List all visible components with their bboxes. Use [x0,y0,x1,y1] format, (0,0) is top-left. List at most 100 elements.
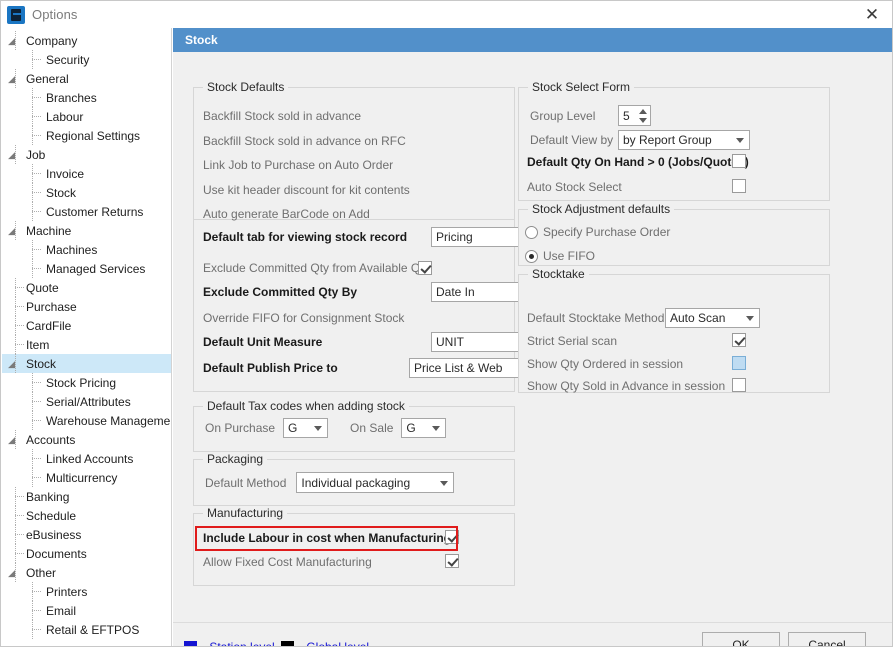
on-purchase-combo[interactable]: G [283,418,328,438]
checkbox-default-qty-on-hand-0-jobs-quotes[interactable] [732,154,746,168]
tree-connector [15,145,16,164]
checkbox-allow-fixed-cost-manufacturing[interactable] [445,554,459,568]
sidebar-item-documents[interactable]: Documents [2,544,171,563]
tree-connector [15,430,16,449]
sidebar-item-printers[interactable]: Printers [2,582,171,601]
close-icon[interactable]: ✕ [850,1,893,28]
sidebar-item-labour[interactable]: Labour [2,107,171,126]
sidebar-item-branches[interactable]: Branches [2,88,171,107]
settings-tree[interactable]: Company Security GeneralBranchesLabourRegi… [2,28,172,647]
group-tax-codes-legend: Default Tax codes when adding stock [203,399,409,413]
checkbox-auto-stock-select[interactable] [732,179,746,193]
group-stock-select-form-legend: Stock Select Form [528,80,634,94]
sidebar-item-label: Machines [46,243,97,257]
row-default-qty-on-hand-0-jobs-quotes: Default Qty On Hand > 0 (Jobs/Quotes) [527,155,749,169]
group-manufacturing-legend: Manufacturing [203,506,287,520]
sidebar-item-machine[interactable]: Machine [2,221,171,240]
sidebar-item-stock[interactable]: Stock [2,354,171,373]
sidebar-item-security[interactable]: Security [2,50,171,69]
ok-button[interactable]: OK [702,632,780,647]
on-purchase-label: On Purchase [205,421,275,435]
checkbox-include-labour-in-cost-when-manufacturing[interactable] [445,530,459,544]
sidebar-item-item[interactable]: Item [2,335,171,354]
sidebar-item-ebusiness[interactable]: eBusiness [2,525,171,544]
group-level-value: 5 [623,109,630,123]
sidebar-item-stock[interactable]: Stock [2,183,171,202]
on-sale-combo[interactable]: G [401,418,446,438]
control-holder [732,154,746,171]
tree-connector [15,534,24,535]
radio-row-use-fifo[interactable]: Use FIFO [525,249,595,263]
sidebar-item-managed-services[interactable]: Managed Services [2,259,171,278]
chevron-down-icon [314,426,322,431]
checkbox-strict-serial-scan[interactable] [732,333,746,347]
sidebar-item-other[interactable]: Other [2,563,171,582]
checkbox-exclude-committed-qty-from-available-qty[interactable] [418,261,432,275]
sidebar-item-banking[interactable]: Banking [2,487,171,506]
chevron-down-icon [440,481,448,486]
sidebar-item-label: Multicurrency [46,471,117,485]
cancel-button[interactable]: Cancel [788,632,866,647]
title-bar: Options ✕ [1,1,893,28]
sidebar-item-multicurrency[interactable]: Multicurrency [2,468,171,487]
checkbox-show-qty-ordered-in-session[interactable] [732,356,746,370]
default-view-by-combo[interactable]: by Report Group [618,130,750,150]
sidebar-item-label: Banking [26,490,69,504]
default-method-combo[interactable]: Individual packaging [296,472,454,493]
row-default-unit-measure: Default Unit MeasureUNIT [203,335,513,349]
sidebar-item-company[interactable]: Company [2,31,171,50]
tree-connector [15,306,24,307]
default-method-value: Individual packaging [301,476,410,490]
tree-connector [32,192,41,193]
stocktake-method-combo[interactable]: Auto Scan [665,308,760,328]
sidebar-item-label: Printers [46,585,87,599]
sidebar-item-machines[interactable]: Machines [2,240,171,259]
sidebar-item-accounts[interactable]: Accounts [2,430,171,449]
stepper-arrows-icon[interactable] [639,108,647,124]
chevron-down-icon [746,316,754,321]
sidebar-item-email[interactable]: Email [2,601,171,620]
tree-connector [32,477,41,478]
label-use-kit-header-discount-for-kit-contents: Use kit header discount for kit contents [203,183,410,197]
tree-connector [15,69,16,88]
tree-connector [32,629,41,630]
radio-row-specify-purchase-order[interactable]: Specify Purchase Order [525,225,670,239]
row-default-publish-price-to: Default Publish Price toPrice List & Web [203,361,513,375]
tree-connector [15,221,16,240]
row-backfill-stock-sold-in-advance: Backfill Stock sold in advance [203,109,513,123]
sidebar-item-job[interactable]: Job [2,145,171,164]
sidebar-item-schedule[interactable]: Schedule [2,506,171,525]
checkbox-show-qty-sold-in-advance-in-session[interactable] [732,378,746,392]
sidebar-item-warehouse-management[interactable]: Warehouse Management [2,411,171,430]
combo-default-publish-price-to[interactable]: Price List & Web [409,358,535,378]
row-allow-fixed-cost-manufacturing: Allow Fixed Cost Manufacturing [203,555,372,569]
sidebar-item-stock-pricing[interactable]: Stock Pricing [2,373,171,392]
radio-use-fifo[interactable] [525,250,538,263]
row-use-kit-header-discount-for-kit-contents: Use kit header discount for kit contents [203,183,513,197]
tree-connector [15,563,16,582]
tree-connector [32,97,41,98]
sidebar-item-invoice[interactable]: Invoice [2,164,171,183]
sidebar-item-customer-returns[interactable]: Customer Returns [2,202,171,221]
sidebar-item-linked-accounts[interactable]: Linked Accounts [2,449,171,468]
options-app-icon [7,6,25,24]
sidebar-item-label: Schedule [26,509,76,523]
combo-exclude-committed-qty-by-value: Date In [436,285,475,299]
row-backfill-stock-sold-in-advance-on-rfc: Backfill Stock sold in advance on RFC [203,134,513,148]
sidebar-item-purchase[interactable]: Purchase [2,297,171,316]
sidebar-item-retail-eftpos[interactable]: Retail & EFTPOS [2,620,171,639]
sidebar-item-regional-settings[interactable]: Regional Settings [2,126,171,145]
sidebar-item-label: Accounts [26,433,75,447]
row-default-tab-for-viewing-stock-record: Default tab for viewing stock recordPric… [203,230,513,244]
group-level-stepper[interactable]: 5 [618,105,651,126]
tree-connector [15,335,16,354]
sidebar-item-serial-attributes[interactable]: Serial/Attributes [2,392,171,411]
station-level-label: - Station level [202,640,275,647]
sidebar-item-general[interactable]: General [2,69,171,88]
sidebar-item-quote[interactable]: Quote [2,278,171,297]
sidebar-item-cardfile[interactable]: CardFile [2,316,171,335]
tree-connector [15,344,24,345]
radio-specify-purchase-order[interactable] [525,226,538,239]
sidebar-item-label: Security [46,53,89,67]
row-override-fifo-for-consignment-stock: Override FIFO for Consignment Stock [203,311,513,325]
